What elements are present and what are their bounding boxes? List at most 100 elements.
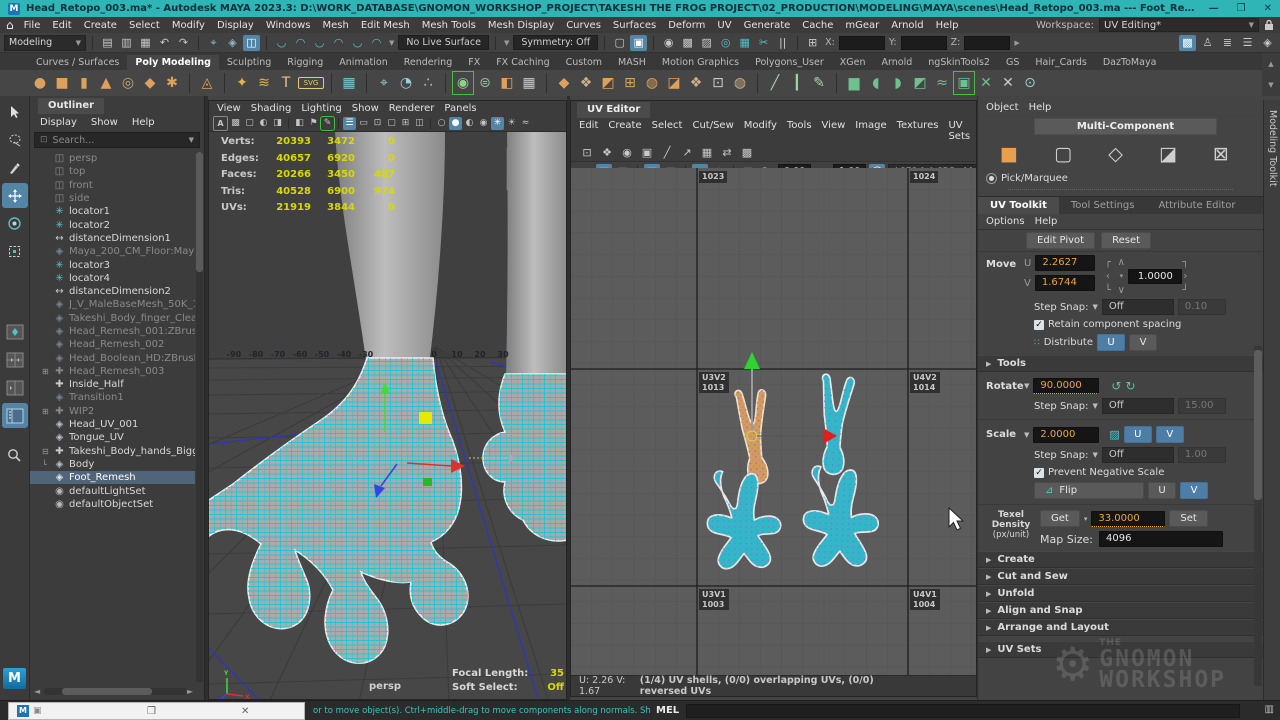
uv-menu-item[interactable]: Tools bbox=[787, 120, 812, 142]
map-size-field[interactable]: 4096 bbox=[1099, 531, 1223, 547]
vertex-mode-icon[interactable]: ▢ bbox=[1054, 143, 1072, 165]
viewport-menu-item[interactable]: Shading bbox=[251, 103, 292, 114]
flip-u-button[interactable]: U bbox=[1148, 482, 1176, 499]
rotate-ccw-icon[interactable]: ↺ bbox=[1111, 379, 1121, 393]
outliner-item[interactable]: ◈ Tongue_UV bbox=[30, 431, 195, 444]
chevron-down-icon[interactable]: ▼ bbox=[1092, 451, 1097, 459]
uv-lattice-tool-icon[interactable]: ⊡ bbox=[579, 145, 595, 160]
viewport-menu-item[interactable]: Renderer bbox=[389, 103, 435, 114]
poly-cylinder-icon[interactable]: ▮ bbox=[74, 72, 94, 94]
uv-cut-tool-icon[interactable]: ╱ bbox=[659, 145, 675, 160]
scale-v-button[interactable]: V bbox=[1156, 426, 1184, 443]
shatter-icon[interactable]: ⊞ bbox=[620, 72, 640, 94]
save-scene-icon[interactable]: ▦ bbox=[137, 35, 154, 51]
scroll-left-icon[interactable]: ◄ bbox=[34, 687, 40, 696]
mel-command-input[interactable] bbox=[686, 704, 1240, 718]
outliner-item[interactable]: ◈ J_V_MaleBaseMesh_50K_180CM_005:2 bbox=[30, 298, 195, 311]
outliner-item[interactable]: ↔ distanceDimension1 bbox=[30, 232, 195, 245]
menu-set-dropdown[interactable]: Modeling ▼ bbox=[4, 35, 86, 51]
channel-box-button[interactable]: ≣ bbox=[1219, 35, 1236, 51]
shelf-tab[interactable]: Arnold bbox=[874, 55, 921, 70]
viewport-menu-item[interactable]: Show bbox=[352, 103, 379, 114]
move-right-button[interactable]: › bbox=[1178, 271, 1192, 282]
render-settings-icon[interactable]: ◎ bbox=[717, 35, 734, 51]
shadows-icon[interactable]: ● bbox=[449, 117, 462, 130]
grid-block-icon[interactable]: ▦ bbox=[519, 72, 539, 94]
outliner-item[interactable]: ◫ top bbox=[30, 165, 195, 178]
move-step-field[interactable]: 1.0000 bbox=[1128, 269, 1182, 284]
bevel-icon[interactable]: ◆ bbox=[554, 72, 574, 94]
selection-highlight-icon[interactable]: ▣ bbox=[630, 35, 647, 51]
prevent-negative-scale-checkbox[interactable]: ✓ bbox=[1034, 468, 1044, 478]
sidebar-tab[interactable]: Tool Settings bbox=[1059, 197, 1147, 214]
zoom-magnifier-icon[interactable] bbox=[2, 443, 28, 468]
bookmark-icon[interactable]: ◐ bbox=[257, 117, 270, 130]
shelf-tab[interactable]: Custom bbox=[558, 55, 610, 70]
move-down-button[interactable]: ∨ bbox=[1114, 285, 1128, 296]
svg-tool-icon[interactable]: SVG bbox=[298, 77, 324, 89]
shelf-tab[interactable]: MASH bbox=[610, 55, 654, 70]
outliner-item[interactable]: ✳ locator1 bbox=[30, 205, 195, 218]
knife-tool-icon[interactable]: ✕ bbox=[998, 72, 1018, 94]
new-scene-icon[interactable]: ▤ bbox=[99, 35, 116, 51]
modeling-toolkit-side-tab[interactable]: Modeling Toolkit bbox=[1263, 100, 1280, 700]
texture-toggle-icon[interactable]: ≈ bbox=[519, 117, 532, 130]
menu-item[interactable]: Edit bbox=[46, 20, 77, 31]
sidebar-tab[interactable]: UV Toolkit bbox=[978, 197, 1059, 214]
uv-sew-tool-icon[interactable]: ↗ bbox=[679, 145, 695, 160]
toolkit-scrollbar[interactable] bbox=[1254, 346, 1262, 686]
uv-canvas[interactable]: 10231024U3V21013U4V21014U3V11003U4V11004 bbox=[571, 168, 976, 675]
scale-step-snap-dropdown[interactable]: Off bbox=[1102, 447, 1174, 463]
booleans-icon[interactable]: ❖ bbox=[576, 72, 596, 94]
chevron-down-icon[interactable]: ▾ bbox=[1084, 515, 1088, 523]
menu-item[interactable]: Mesh Tools bbox=[416, 20, 482, 31]
menu-item[interactable]: Edit Mesh bbox=[355, 20, 416, 31]
poly-cone-icon[interactable]: ▲ bbox=[96, 72, 116, 94]
outliner-item[interactable]: ✚ Inside_Half bbox=[30, 378, 195, 391]
viewport-menu-item[interactable]: View bbox=[217, 103, 241, 114]
layout-single-pane-button[interactable] bbox=[2, 319, 28, 344]
viewport-scene[interactable]: FRONT bbox=[209, 132, 566, 699]
outliner-item[interactable]: ◈ Foot_Remesh bbox=[30, 471, 195, 484]
extrude-icon[interactable]: ◩ bbox=[598, 72, 618, 94]
sidebar-tab[interactable]: Attribute Editor bbox=[1147, 197, 1248, 214]
shelf-tab[interactable]: FX Caching bbox=[488, 55, 557, 70]
wireframe-on-shaded-icon[interactable]: ✳ bbox=[491, 117, 504, 130]
retain-spacing-checkbox[interactable]: ✓ bbox=[1034, 320, 1044, 330]
menu-item[interactable]: UV bbox=[711, 20, 737, 31]
menu-item[interactable]: Mesh bbox=[316, 20, 354, 31]
expand-toggle-icon[interactable]: ⊞ bbox=[42, 367, 53, 376]
quad-draw-icon[interactable]: ▆ bbox=[844, 72, 864, 94]
title-bar[interactable]: M Head_Retopo_003.ma* - Autodesk MAYA 20… bbox=[0, 0, 1280, 17]
paint-select-tool[interactable] bbox=[2, 155, 28, 180]
uv-menu-item[interactable]: Cut/Sew bbox=[692, 120, 733, 142]
menu-item[interactable]: Surfaces bbox=[607, 20, 662, 31]
distribute-v-button[interactable]: V bbox=[1129, 334, 1157, 351]
shaded-icon[interactable]: ▭ bbox=[357, 117, 370, 130]
uv-menu-item[interactable]: View bbox=[822, 120, 846, 142]
edit-pivot-button[interactable]: Edit Pivot bbox=[1026, 232, 1095, 249]
shelf-tab[interactable]: Hair_Cards bbox=[1027, 55, 1094, 70]
uv-toolkit-menu-item[interactable]: Help bbox=[1035, 216, 1058, 227]
move-tool[interactable] bbox=[2, 183, 28, 208]
lock-icon[interactable] bbox=[1264, 19, 1274, 31]
chevron-down-icon[interactable]: ▼ bbox=[189, 136, 194, 144]
outliner-item[interactable]: ↔ distanceDimension2 bbox=[30, 285, 195, 298]
symmetry-field[interactable]: Symmetry: Off bbox=[513, 35, 598, 50]
move-step-snap-dropdown[interactable]: Off bbox=[1102, 299, 1174, 315]
move-up-button[interactable]: ∧ bbox=[1114, 257, 1128, 268]
grease-pencil-icon[interactable]: ✎ bbox=[321, 117, 334, 130]
lasso-select-tool[interactable] bbox=[2, 127, 28, 152]
modeling-toolkit-button[interactable]: ▩ bbox=[1179, 35, 1196, 51]
platonic-solid-icon[interactable]: ◬ bbox=[197, 72, 217, 94]
uv-menu-item[interactable]: Create bbox=[608, 120, 641, 142]
poly-plane-icon[interactable]: ◆ bbox=[140, 72, 160, 94]
relax-brush-icon[interactable]: ◖ bbox=[866, 72, 886, 94]
select-camera-icon[interactable]: A bbox=[213, 116, 228, 131]
snap-to-point-icon[interactable]: ◡ bbox=[311, 35, 328, 51]
shelf-tab[interactable]: Curves / Surfaces bbox=[28, 55, 127, 70]
layered-sphere-icon[interactable]: ⊜ bbox=[475, 72, 495, 94]
display-layers-icon[interactable]: ▦ bbox=[736, 35, 753, 51]
face-mode-icon[interactable]: ◪ bbox=[1159, 143, 1177, 165]
chevron-down-icon[interactable]: ▼ bbox=[1092, 303, 1097, 311]
